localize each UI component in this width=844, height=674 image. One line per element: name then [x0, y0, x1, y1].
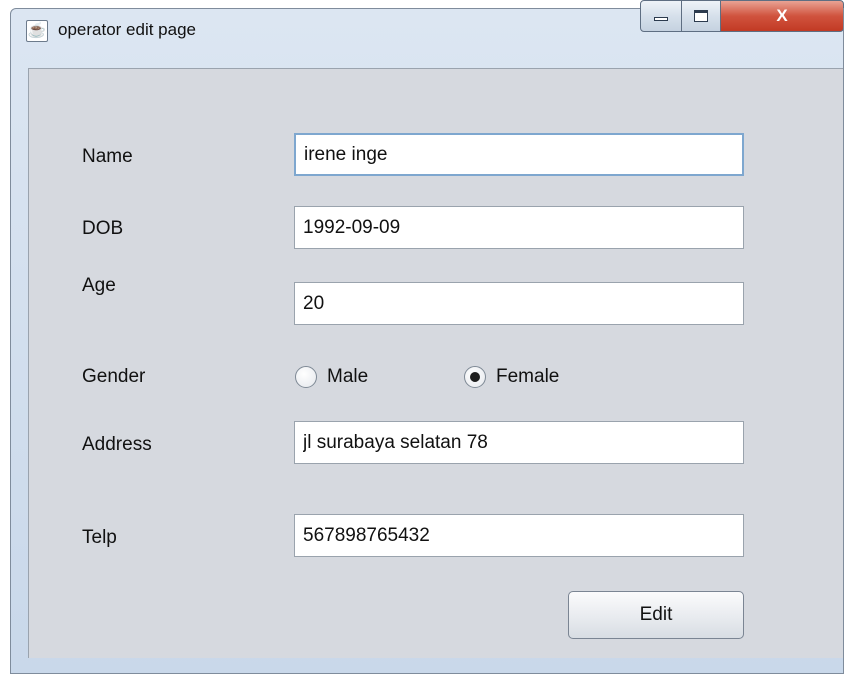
radio-female[interactable]: Female: [464, 363, 559, 391]
close-button[interactable]: X: [720, 0, 844, 32]
dob-field[interactable]: [294, 206, 744, 249]
age-field[interactable]: [294, 282, 744, 325]
telp-field[interactable]: [294, 514, 744, 557]
dob-label: DOB: [82, 218, 124, 239]
radio-male-circle[interactable]: [295, 366, 317, 388]
radio-selected-dot: [470, 372, 480, 382]
radio-male-label: Male: [327, 366, 369, 387]
java-icon: ☕: [26, 20, 48, 42]
minimize-button[interactable]: [640, 0, 682, 32]
radio-female-label: Female: [496, 366, 560, 387]
telp-label: Telp: [82, 527, 117, 548]
address-label: Address: [82, 434, 152, 455]
window: ☕ operator edit page X Name DOB Age Gend…: [0, 0, 844, 674]
address-field[interactable]: [294, 421, 744, 464]
window-title: operator edit page: [58, 20, 196, 39]
close-icon: X: [776, 6, 788, 25]
age-label: Age: [82, 275, 116, 296]
radio-male[interactable]: Male: [295, 363, 368, 391]
gender-label: Gender: [82, 366, 146, 387]
name-label: Name: [82, 146, 133, 167]
maximize-icon: [694, 10, 708, 22]
minimize-icon: [654, 17, 668, 21]
radio-female-circle[interactable]: [464, 366, 486, 388]
edit-button[interactable]: Edit: [568, 591, 744, 639]
name-field[interactable]: [294, 133, 744, 176]
maximize-button[interactable]: [681, 0, 721, 32]
